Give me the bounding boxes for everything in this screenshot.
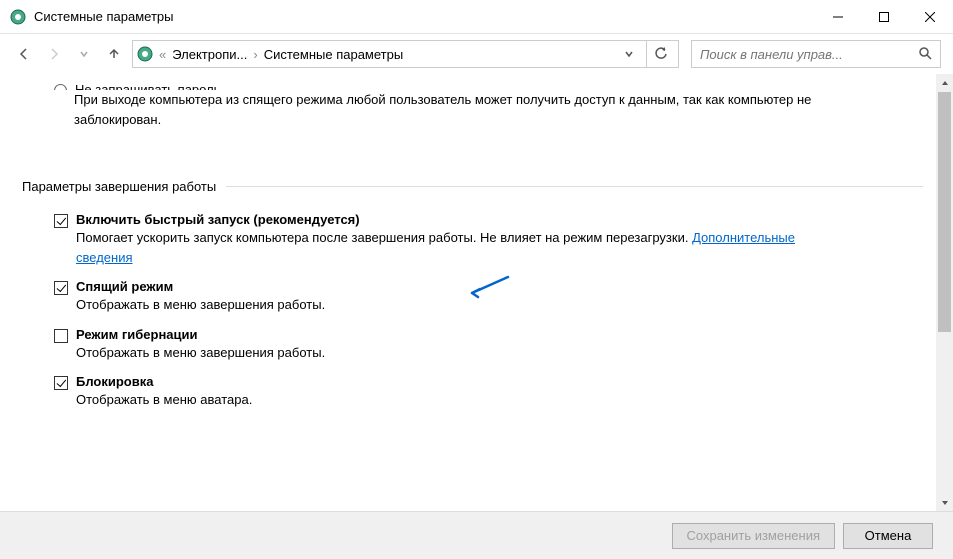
checkbox-desc: Отображать в меню завершения работы. [76,343,923,363]
search-box[interactable] [691,40,941,68]
radio-no-password[interactable]: Не запрашивать пароль [54,82,923,90]
breadcrumb-item[interactable]: Системные параметры [264,47,403,62]
app-icon [10,9,26,25]
checkbox-fast-startup[interactable]: Включить быстрый запуск (рекомендуется) [54,212,923,228]
recent-dropdown[interactable] [72,42,96,66]
radio-help-text: При выходе компьютера из спящего режима … [74,90,923,129]
breadcrumb-sep-icon: « [159,47,166,62]
scroll-thumb[interactable] [938,92,951,332]
forward-button[interactable] [42,42,66,66]
titlebar: Системные параметры [0,0,953,34]
checkbox-desc: Помогает ускорить запуск компьютера посл… [76,228,923,267]
close-button[interactable] [907,2,953,32]
scroll-down-icon[interactable] [936,494,953,511]
button-bar: Сохранить изменения Отмена [0,511,953,559]
checkbox-desc: Отображать в меню завершения работы. [76,295,923,315]
address-dropdown[interactable] [618,49,640,59]
save-button[interactable]: Сохранить изменения [672,523,836,549]
refresh-button[interactable] [646,40,674,68]
address-bar[interactable]: « Электропи... › Системные параметры [132,40,679,68]
checkbox-sleep[interactable]: Спящий режим [54,279,923,295]
nav-row: « Электропи... › Системные параметры [0,34,953,74]
scroll-up-icon[interactable] [936,74,953,91]
chevron-right-icon: › [253,47,257,62]
back-button[interactable] [12,42,36,66]
checkbox-icon [54,376,68,390]
checkbox-hibernate[interactable]: Режим гибернации [54,327,923,343]
cancel-button[interactable]: Отмена [843,523,933,549]
maximize-button[interactable] [861,2,907,32]
section-title: Параметры завершения работы [22,179,216,194]
scrollbar[interactable] [936,74,953,511]
checkbox-icon [54,214,68,228]
checkbox-icon [54,329,68,343]
search-icon[interactable] [918,46,932,63]
radio-label: Не запрашивать пароль [75,82,220,90]
search-input[interactable] [700,47,918,62]
checkbox-label: Режим гибернации [76,327,198,342]
checkbox-label: Спящий режим [76,279,173,294]
checkbox-label: Включить быстрый запуск (рекомендуется) [76,212,360,227]
section-header: Параметры завершения работы [22,179,923,194]
checkbox-icon [54,281,68,295]
content-area: Не запрашивать пароль При выходе компьют… [0,74,953,511]
up-button[interactable] [102,42,126,66]
checkbox-desc: Отображать в меню аватара. [76,390,923,410]
radio-icon [54,84,67,90]
minimize-button[interactable] [815,2,861,32]
checkbox-label: Блокировка [76,374,153,389]
window-title: Системные параметры [34,9,815,24]
divider [226,186,923,187]
address-icon [137,46,153,62]
breadcrumb-item[interactable]: Электропи... [172,47,247,62]
checkbox-lock[interactable]: Блокировка [54,374,923,390]
